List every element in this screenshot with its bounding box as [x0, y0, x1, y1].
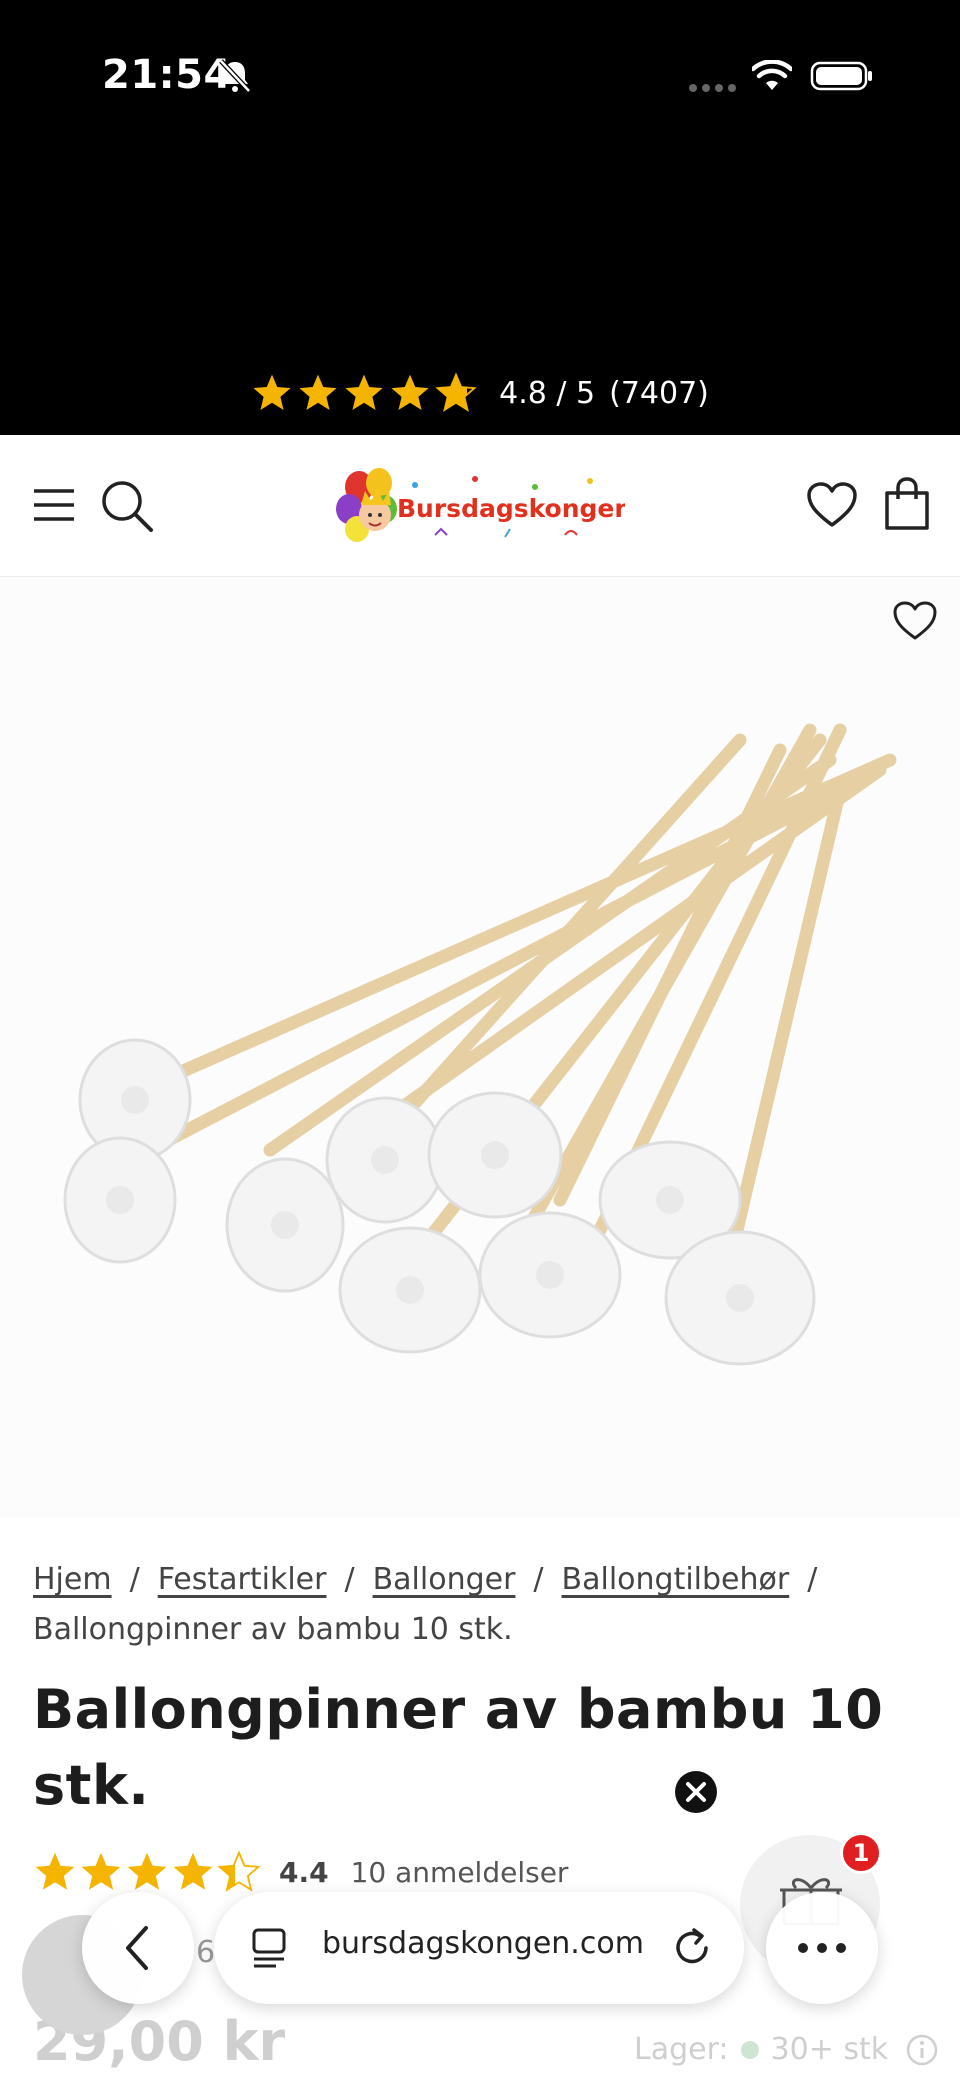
star-icon	[299, 374, 337, 410]
browser-address-bar[interactable]: bursdagskongen.com	[214, 1892, 744, 2004]
logo-text: Bursdagskongen.com	[397, 494, 625, 523]
breadcrumb: Hjem / Festartikler / Ballonger / Ballongtilbe…	[33, 1555, 933, 1655]
browser-more-button[interactable]	[766, 1892, 878, 2004]
bell-muted-icon	[219, 59, 251, 93]
stock-value: 30+ stk	[770, 2032, 889, 2067]
reload-icon[interactable]	[670, 1926, 714, 1970]
breadcrumb-separator: /	[807, 1562, 818, 1597]
stock-label: Lager:	[634, 2032, 729, 2067]
site-logo[interactable]: Bursdagskongen.com	[335, 465, 625, 547]
product-wishlist-heart-icon[interactable]	[892, 600, 938, 642]
store-rating-count: (7407)	[609, 375, 709, 411]
store-rating-stars	[251, 372, 477, 414]
star-icon	[217, 1850, 261, 1892]
breadcrumb-separator: /	[533, 1562, 544, 1597]
browser-back-button[interactable]	[82, 1892, 194, 2004]
breadcrumb-item-ballongtilbehor[interactable]: Ballongtilbehør	[562, 1562, 790, 1597]
product-rating-stars	[33, 1850, 261, 1894]
star-icon	[127, 1852, 167, 1890]
more-dots-icon	[798, 1943, 846, 1953]
star-icon	[345, 374, 383, 410]
store-rating-banner[interactable]: 4.8 / 5 (7407)	[0, 368, 960, 418]
breadcrumb-separator: /	[344, 1562, 355, 1597]
product-reviews[interactable]: 4.4 10 anmeldelser	[33, 1850, 568, 1894]
breadcrumb-current: Ballongpinner av bambu 10 stk.	[33, 1612, 513, 1647]
product-image[interactable]	[40, 690, 940, 1390]
status-time: 21:54	[102, 52, 232, 98]
breadcrumb-item-hjem[interactable]: Hjem	[33, 1562, 112, 1597]
search-icon[interactable]	[100, 479, 154, 533]
shopping-bag-icon[interactable]	[884, 477, 930, 531]
product-rating-score: 4.4	[279, 1855, 329, 1889]
star-icon	[35, 1852, 75, 1890]
stock-status: Lager: 30+ stk	[634, 2032, 938, 2067]
star-icon	[173, 1852, 213, 1890]
gift-notification-badge: 1	[840, 1832, 882, 1874]
site-header: Bursdagskongen.com	[0, 435, 960, 577]
store-rating-score: 4.8 / 5	[499, 375, 596, 411]
battery-icon	[810, 61, 872, 91]
star-icon	[391, 374, 429, 410]
wifi-icon	[752, 60, 792, 90]
stock-indicator-dot	[740, 2040, 759, 2059]
star-icon	[81, 1852, 121, 1890]
close-popup-icon[interactable]	[674, 1770, 718, 1814]
star-icon	[435, 372, 477, 412]
reader-mode-icon[interactable]	[250, 1926, 290, 1970]
chevron-left-icon	[126, 1926, 148, 1970]
wishlist-heart-icon[interactable]	[806, 481, 858, 529]
hamburger-menu-icon[interactable]	[32, 485, 76, 525]
product-title: Ballongpinner av bambu 10 stk.	[33, 1678, 884, 1817]
signal-dots-icon	[689, 84, 736, 92]
browser-url[interactable]: bursdagskongen.com	[322, 1926, 652, 1961]
product-reviews-count[interactable]: 10 anmeldelser	[351, 1856, 569, 1889]
info-icon[interactable]	[906, 2034, 938, 2066]
breadcrumb-separator: /	[129, 1562, 140, 1597]
breadcrumb-item-ballonger[interactable]: Ballonger	[373, 1562, 516, 1597]
star-icon	[253, 374, 291, 410]
breadcrumb-item-festartikler[interactable]: Festartikler	[158, 1562, 327, 1597]
obscured-text: 6	[196, 1935, 216, 1970]
